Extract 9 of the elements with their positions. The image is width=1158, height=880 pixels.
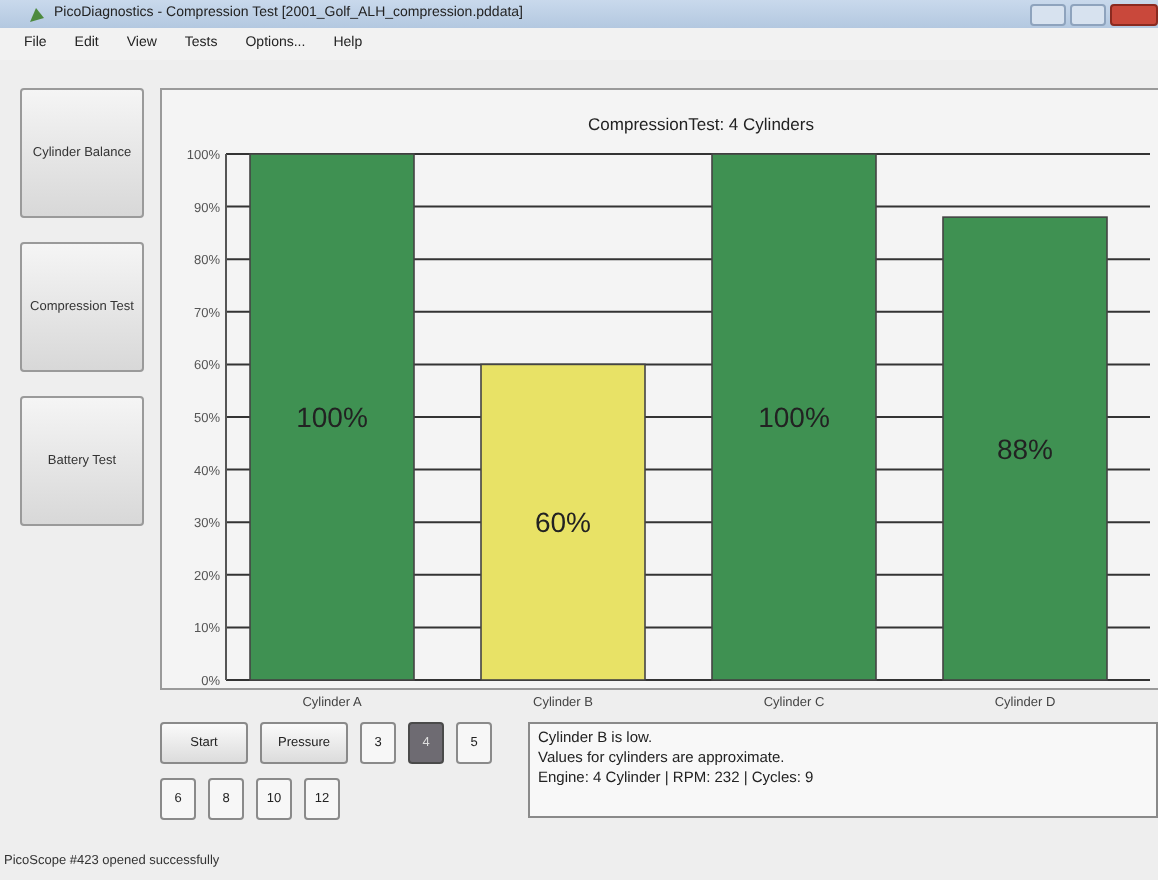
bar-value-label: 100% [758,401,830,433]
minimize-button[interactable] [1030,3,1066,26]
close-button[interactable] [1110,3,1158,26]
maximize-button[interactable] [1070,3,1106,26]
bar-value-label: 88% [996,432,1054,465]
chart-title: CompressionTest: 4 Cylinders [588,114,814,134]
app-icon [28,5,46,24]
bar-value-label: 60% [534,506,592,539]
bar-value-label: 100% [296,401,368,433]
